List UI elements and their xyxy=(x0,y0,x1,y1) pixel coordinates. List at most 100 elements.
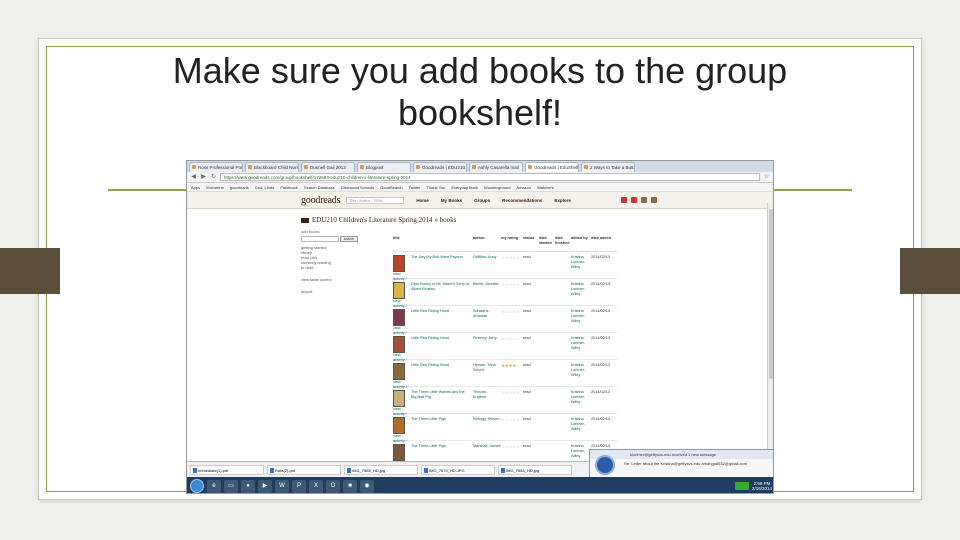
book-title[interactable]: The Day My Butt Went Psycho xyxy=(411,255,473,260)
bookmark-item[interactable]: Apps xyxy=(191,185,200,190)
column-header[interactable]: title xyxy=(393,236,473,249)
forward-icon[interactable]: ▶ xyxy=(200,174,207,181)
book-cover[interactable] xyxy=(393,282,405,299)
rating-stars[interactable]: ☆☆☆☆☆ xyxy=(501,309,523,315)
battery-icon[interactable] xyxy=(734,482,749,490)
word-icon[interactable]: W xyxy=(275,479,289,493)
search-button[interactable]: search xyxy=(340,236,358,242)
friends-icon[interactable] xyxy=(631,197,637,203)
added-by[interactable]: Kristina Lorimer-Wiley xyxy=(571,282,591,297)
book-title[interactable]: Dear Bunny of Mr. Albert's Story of Albe… xyxy=(411,282,473,292)
book-author[interactable]: Trivizas, Eugene xyxy=(473,390,501,400)
book-author[interactable]: Kellogg, Steven xyxy=(473,417,501,422)
bookmark-item[interactable]: Grid, Linda xyxy=(255,185,275,190)
email-notification[interactable]: klorimer@gettysvs.edu received 1 new mes… xyxy=(589,449,773,479)
browser-tab[interactable]: Goodreads | EDU210 xyxy=(413,162,467,172)
column-header[interactable]: my rating xyxy=(501,236,523,249)
browser-tab[interactable]: Dunnell Gail 2013 xyxy=(301,162,355,172)
app-icon[interactable]: ■ xyxy=(343,479,357,493)
book-cover[interactable] xyxy=(393,309,405,326)
bookmark-item[interactable]: Everyday Math xyxy=(451,185,478,190)
book-title[interactable]: Little Red Riding Hood xyxy=(411,336,473,341)
nav-my-books[interactable]: My Books xyxy=(441,198,462,203)
browser-tab[interactable]: Blackboard Child Nurse xyxy=(245,162,299,172)
bookmark-item[interactable]: Wunderground xyxy=(484,185,510,190)
column-header[interactable]: status xyxy=(523,236,539,249)
column-header[interactable] xyxy=(393,249,473,252)
avatar[interactable] xyxy=(651,197,657,203)
outlook-icon[interactable]: O xyxy=(326,479,340,493)
rating-stars[interactable]: ☆☆☆☆☆ xyxy=(501,255,523,261)
book-title[interactable]: Little Red Riding Hood xyxy=(411,363,473,368)
star-icon[interactable]: ☆ xyxy=(763,174,770,181)
browser-tab[interactable]: 2 Ways to Take a Butter xyxy=(581,162,635,172)
browser-tab[interactable]: Goodreads | EduShelf xyxy=(525,162,579,172)
bookmark-item[interactable]: Amazon xyxy=(516,185,531,190)
added-by[interactable]: Kristina Lorimer-Wiley xyxy=(571,336,591,351)
back-icon[interactable]: ◀ xyxy=(190,174,197,181)
column-header[interactable]: date added xyxy=(591,236,619,249)
nav-home[interactable]: Home xyxy=(416,198,429,203)
book-cover[interactable] xyxy=(393,363,405,380)
book-author[interactable]: Griffiths, Andy xyxy=(473,255,501,260)
book-author[interactable]: Pinkney, Jerry xyxy=(473,336,501,341)
book-title[interactable]: Little Red Riding Hood xyxy=(411,309,473,314)
book-author[interactable]: Schwartz, Amanda xyxy=(473,309,501,319)
ie-icon[interactable]: e xyxy=(207,479,221,493)
rating-stars[interactable]: ☆☆☆☆☆ xyxy=(501,444,523,450)
rating-stars[interactable]: ☆☆☆☆☆ xyxy=(501,282,523,288)
download-item[interactable]: IMG_7579_HD.JPG xyxy=(421,465,495,475)
start-button[interactable] xyxy=(190,479,204,493)
added-by[interactable]: Kristina Lorimer-Wiley xyxy=(571,417,591,432)
nav-groups[interactable]: Groups xyxy=(474,198,490,203)
rating-stars[interactable]: ☆☆☆☆☆ xyxy=(501,336,523,342)
book-title[interactable]: The Three Little Wolves and the Big Bad … xyxy=(411,390,473,400)
book-title[interactable]: The Three Little Pigs xyxy=(411,444,473,449)
column-header[interactable]: date started xyxy=(539,236,555,249)
bookmark-item[interactable]: Twitter xyxy=(409,185,421,190)
column-header[interactable]: author xyxy=(473,236,501,249)
rating-stars[interactable]: ★★★★☆ xyxy=(501,363,523,369)
bookmark-item[interactable]: GoodSearch xyxy=(380,185,402,190)
download-item[interactable]: Ruta(2).pdf xyxy=(267,465,341,475)
powerpoint-icon[interactable]: P xyxy=(292,479,306,493)
book-cover[interactable] xyxy=(393,390,405,407)
bookmark-item[interactable]: Watchers xyxy=(537,185,554,190)
column-header[interactable]: added by xyxy=(571,236,591,249)
bookmark-item[interactable]: goodreads xyxy=(230,185,249,190)
clock[interactable]: 2:59 PM 2/16/2014 xyxy=(752,481,772,491)
rating-stars[interactable]: ☆☆☆☆☆ xyxy=(501,417,523,423)
bookmark-item[interactable]: Search Database xyxy=(304,185,335,190)
rating-stars[interactable]: ☆☆☆☆☆ xyxy=(501,390,523,396)
media-icon[interactable]: ▶ xyxy=(258,479,272,493)
download-item[interactable]: IMG_7568_HD.jpg xyxy=(344,465,418,475)
added-by[interactable]: Kristina Lorimer-Wiley xyxy=(571,309,591,324)
book-author[interactable]: Hyman, Trina Schart xyxy=(473,363,501,373)
bookmark-item[interactable]: Thank You xyxy=(426,185,445,190)
firefox-icon[interactable]: ● xyxy=(241,479,255,493)
nav-recommendations[interactable]: Recommendations xyxy=(502,198,542,203)
bookmark-item[interactable]: Glenwood Schools xyxy=(341,185,374,190)
messages-icon[interactable] xyxy=(641,197,647,203)
book-cover[interactable] xyxy=(393,444,405,461)
page-scrollbar[interactable] xyxy=(767,203,773,458)
added-by[interactable]: Kristina Lorimer-Wiley xyxy=(571,255,591,270)
url-field[interactable]: https://www.goodreads.com/group/bookshel… xyxy=(220,173,760,181)
book-author[interactable]: Marshall, James xyxy=(473,444,501,449)
browser-tab[interactable]: Ashly Casarella mail xyxy=(469,162,523,172)
book-cover[interactable] xyxy=(393,336,405,353)
added-by[interactable]: Kristina Lorimer-Wiley xyxy=(571,444,591,459)
added-by[interactable]: Kristina Lorimer-Wiley xyxy=(571,363,591,378)
bookmark-item[interactable]: Facebook xyxy=(280,185,298,190)
reload-icon[interactable]: ↻ xyxy=(210,174,217,181)
add-books-input[interactable] xyxy=(301,236,339,242)
chrome-icon[interactable]: ◉ xyxy=(360,479,374,493)
book-title[interactable]: The Three Little Pigs xyxy=(411,417,473,422)
import-link[interactable]: Import xyxy=(301,289,365,294)
book-author[interactable]: Berne, Jennifer xyxy=(473,282,501,287)
column-header[interactable]: date finished xyxy=(555,236,571,249)
download-item[interactable]: Immediate(1).pdf xyxy=(190,465,264,475)
goodreads-logo[interactable]: goodreads xyxy=(301,195,341,206)
book-cover[interactable] xyxy=(393,255,405,272)
download-item[interactable]: IMG_7584_HD.jpg xyxy=(498,465,572,475)
